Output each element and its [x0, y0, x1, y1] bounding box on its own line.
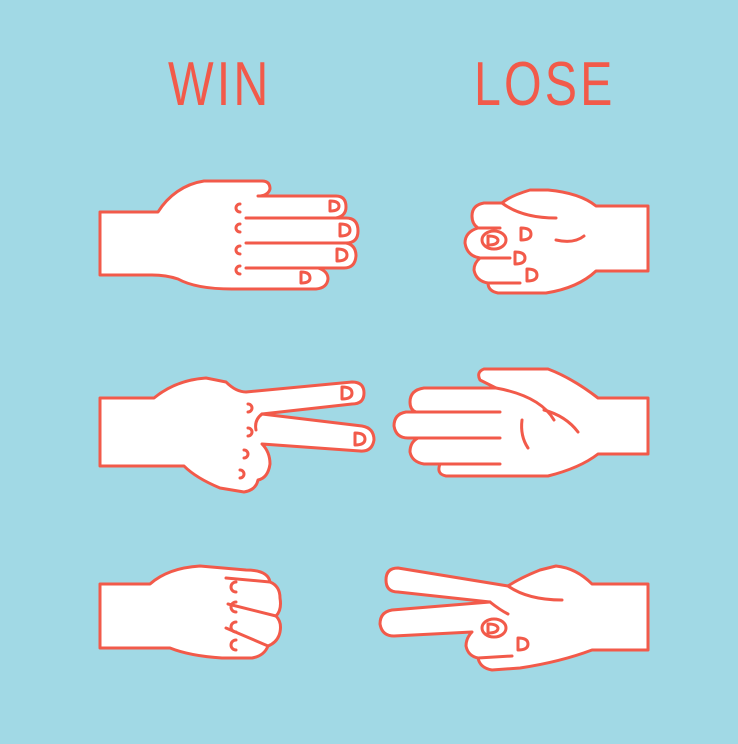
win-scissors-hand-icon	[98, 376, 376, 494]
lose-rock-hand-icon	[463, 188, 650, 295]
lose-scissors-hand-icon	[378, 564, 650, 672]
lose-paper-hand-icon	[392, 367, 650, 478]
hands-illustration	[98, 179, 650, 672]
win-rock-hand-icon	[98, 564, 282, 660]
win-paper-hand-icon	[98, 179, 360, 291]
